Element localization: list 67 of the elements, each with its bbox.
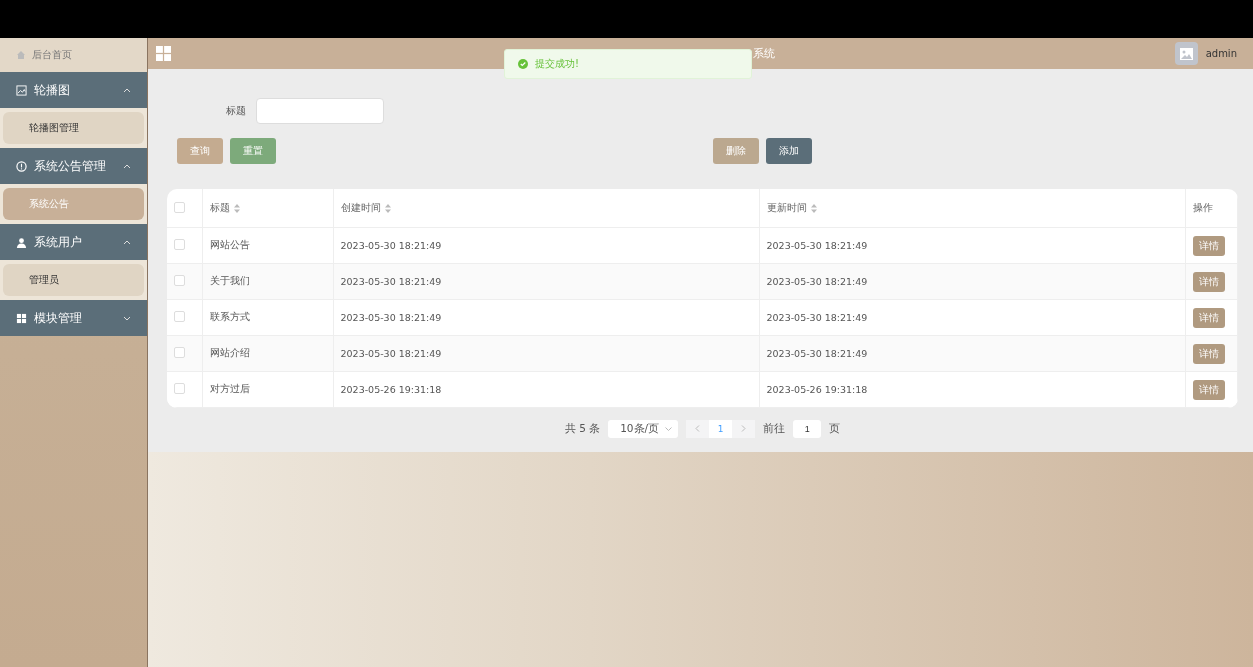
menu-group[interactable]: 系统公告管理 — [0, 148, 147, 184]
grid-icon — [156, 46, 171, 61]
table-cell: 网站介绍 — [209, 347, 250, 358]
table-cell: 2023-05-30 18:21:49 — [766, 348, 868, 359]
chevron-up-icon — [123, 239, 131, 245]
table-cell: 2023-05-30 18:21:49 — [766, 240, 868, 251]
table-cell: 2023-05-26 19:31:18 — [766, 384, 868, 395]
detail-button[interactable]: 详情 — [1192, 343, 1225, 364]
goto-label: 前往 — [763, 422, 786, 436]
reset-button[interactable]: 重置 — [230, 138, 276, 164]
row-checkbox[interactable] — [174, 275, 185, 286]
row-checkbox[interactable] — [174, 383, 185, 394]
user-icon — [16, 236, 27, 248]
column-header[interactable]: 创建时间 — [340, 201, 381, 213]
page-button[interactable]: 1 — [709, 420, 733, 438]
detail-button[interactable]: 详情 — [1192, 379, 1225, 400]
detail-button[interactable]: 详情 — [1192, 307, 1225, 328]
prev-page-button[interactable] — [686, 420, 710, 438]
column-header: 操作 — [1192, 201, 1213, 213]
detail-button[interactable]: 详情 — [1192, 235, 1225, 256]
select-all-checkbox[interactable] — [174, 201, 185, 213]
submenu-item[interactable]: 管理员 — [3, 264, 144, 296]
row-checkbox[interactable] — [174, 347, 185, 358]
chevron-up-icon — [123, 163, 131, 169]
table-cell: 网站公告 — [209, 239, 250, 250]
grid-icon — [16, 312, 27, 324]
app-title: 系统 — [753, 46, 775, 61]
next-page-button[interactable] — [732, 420, 756, 438]
table-cell: 2023-05-26 19:31:18 — [340, 384, 442, 395]
column-header[interactable]: 标题 — [209, 201, 230, 213]
chevron-right-icon — [741, 425, 747, 432]
detail-button[interactable]: 详情 — [1192, 271, 1225, 292]
menu-group[interactable]: 系统用户 — [0, 224, 147, 260]
row-checkbox[interactable] — [174, 311, 185, 322]
chevron-down-icon — [665, 427, 673, 431]
chevron-left-icon — [695, 425, 701, 432]
menu-group[interactable]: 轮播图 — [0, 72, 147, 108]
total-count: 共 5 条 — [564, 422, 601, 436]
chevron-up-icon — [123, 87, 131, 93]
table-cell: 2023-05-30 18:21:49 — [340, 240, 442, 251]
table-cell: 2023-05-30 18:21:49 — [340, 312, 442, 323]
submenu-item[interactable]: 轮播图管理 — [3, 112, 144, 144]
toast-message: 提交成功! — [535, 57, 579, 71]
home-icon — [16, 50, 26, 60]
info-icon — [16, 160, 27, 172]
table-cell: 关于我们 — [209, 275, 250, 286]
avatar-icon[interactable] — [1174, 42, 1198, 65]
page-size-select[interactable]: 10条/页 — [608, 420, 679, 438]
field-label: 标题 — [226, 104, 246, 118]
image-icon — [16, 84, 27, 96]
username[interactable]: admin — [1205, 48, 1237, 59]
table-cell: 对方过后 — [209, 383, 250, 394]
menu-group[interactable]: 模块管理 — [0, 300, 147, 336]
check-circle-icon — [518, 59, 528, 69]
table-cell: 联系方式 — [209, 311, 250, 322]
table-cell: 2023-05-30 18:21:49 — [766, 276, 868, 287]
column-header[interactable]: 更新时间 — [766, 201, 807, 213]
page-suffix: 页 — [829, 422, 841, 436]
table-cell: 2023-05-30 18:21:49 — [340, 348, 442, 359]
goto-page-field[interactable]: 1 — [793, 420, 822, 438]
table-cell: 2023-05-30 18:21:49 — [766, 312, 868, 323]
row-checkbox[interactable] — [174, 239, 185, 250]
table-cell: 2023-05-30 18:21:49 — [340, 276, 442, 287]
home-menu-item[interactable]: 后台首页 — [0, 38, 147, 72]
chevron-down-icon — [123, 315, 131, 321]
add-button[interactable]: 添加 — [766, 138, 812, 164]
title-search-field[interactable] — [256, 98, 384, 124]
